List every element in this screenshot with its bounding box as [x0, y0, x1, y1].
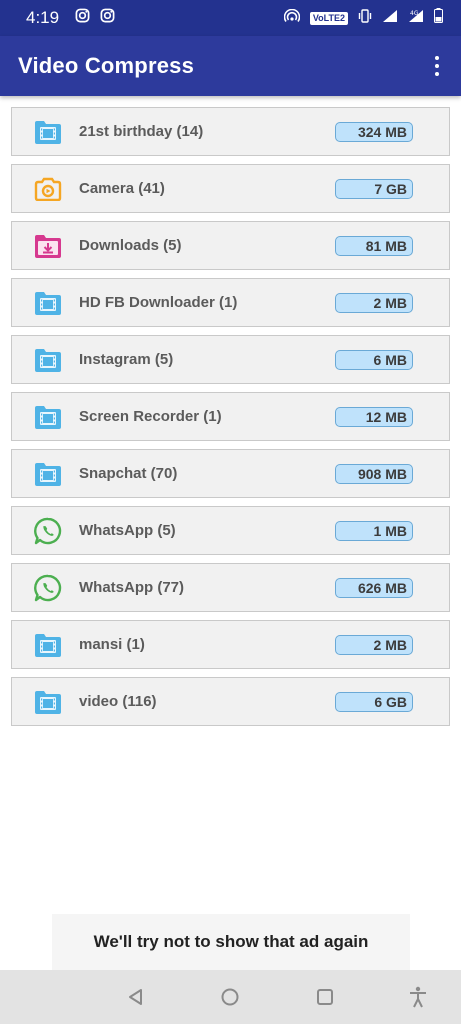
- signal-icon: [382, 9, 398, 28]
- status-bar: 4:19 VoLTE2 4G: [0, 0, 461, 36]
- folder-name: Snapchat (70): [79, 465, 178, 482]
- folder-video-icon: [32, 629, 64, 661]
- ad-feedback-banner: We'll try not to show that ad again: [52, 914, 410, 970]
- home-icon[interactable]: [215, 982, 245, 1012]
- whatsapp-icon: [32, 515, 64, 547]
- folder-name: HD FB Downloader (1): [79, 294, 238, 311]
- app-bar: Video Compress: [0, 36, 461, 96]
- folder-name: WhatsApp (77): [79, 579, 184, 596]
- folder-size-badge: 1 MB: [335, 521, 413, 541]
- folder-video-icon: [32, 458, 64, 490]
- folder-name: Screen Recorder (1): [79, 408, 222, 425]
- folder-name: Instagram (5): [79, 351, 174, 368]
- camera-icon: [32, 173, 64, 205]
- folder-video-icon: [32, 686, 64, 718]
- instagram-icon: [75, 8, 90, 28]
- whatsapp-icon: [32, 572, 64, 604]
- battery-icon: [434, 8, 443, 28]
- app-title: Video Compress: [18, 53, 195, 78]
- folder-size-badge: 2 MB: [335, 293, 413, 313]
- folder-size-badge: 908 MB: [335, 464, 413, 484]
- folder-video-icon: [32, 344, 64, 376]
- folder-video-icon: [32, 401, 64, 433]
- status-bar-right: VoLTE2 4G: [283, 8, 443, 28]
- folder-size-badge: 626 MB: [335, 578, 413, 598]
- download-icon: [32, 230, 64, 262]
- system-nav-bar: [0, 970, 461, 1024]
- folder-size-badge: 324 MB: [335, 122, 413, 142]
- status-time: 4:19: [26, 8, 60, 27]
- folder-row[interactable]: Screen Recorder (1) 12 MB: [11, 392, 450, 441]
- back-icon[interactable]: [121, 982, 151, 1012]
- folder-name: Downloads (5): [79, 237, 182, 254]
- folder-row[interactable]: WhatsApp (77) 626 MB: [11, 563, 450, 612]
- folder-list: 21st birthday (14) 324 MB Camera (41) 7 GB D…: [11, 107, 450, 734]
- folder-video-icon: [32, 287, 64, 319]
- recents-icon[interactable]: [310, 982, 340, 1012]
- folder-row[interactable]: Downloads (5) 81 MB: [11, 221, 450, 270]
- volte-icon: VoLTE2: [309, 11, 348, 25]
- svg-text:4G: 4G: [410, 10, 419, 17]
- folder-size-badge: 7 GB: [335, 179, 413, 199]
- folder-row[interactable]: video (116) 6 GB: [11, 677, 450, 726]
- signal-4g-icon: 4G: [408, 9, 424, 28]
- folder-name: video (116): [79, 693, 157, 710]
- hotspot-icon: [283, 8, 301, 28]
- folder-row[interactable]: Snapchat (70) 908 MB: [11, 449, 450, 498]
- status-bar-left: 4:19: [26, 8, 115, 28]
- instagram-icon: [100, 8, 115, 28]
- folder-name: Camera (41): [79, 180, 165, 197]
- folder-name: 21st birthday (14): [79, 123, 204, 140]
- folder-row[interactable]: Camera (41) 7 GB: [11, 164, 450, 213]
- accessibility-icon[interactable]: [403, 982, 433, 1012]
- folder-size-badge: 6 GB: [335, 692, 413, 712]
- folder-row[interactable]: mansi (1) 2 MB: [11, 620, 450, 669]
- folder-size-badge: 2 MB: [335, 635, 413, 655]
- folder-name: WhatsApp (5): [79, 522, 176, 539]
- vibrate-icon: [358, 8, 372, 28]
- folder-size-badge: 6 MB: [335, 350, 413, 370]
- more-vert-icon[interactable]: [427, 53, 447, 79]
- folder-size-badge: 12 MB: [335, 407, 413, 427]
- folder-size-badge: 81 MB: [335, 236, 413, 256]
- folder-row[interactable]: WhatsApp (5) 1 MB: [11, 506, 450, 555]
- folder-row[interactable]: Instagram (5) 6 MB: [11, 335, 450, 384]
- folder-name: mansi (1): [79, 636, 145, 653]
- folder-video-icon: [32, 116, 64, 148]
- folder-row[interactable]: 21st birthday (14) 324 MB: [11, 107, 450, 156]
- folder-row[interactable]: HD FB Downloader (1) 2 MB: [11, 278, 450, 327]
